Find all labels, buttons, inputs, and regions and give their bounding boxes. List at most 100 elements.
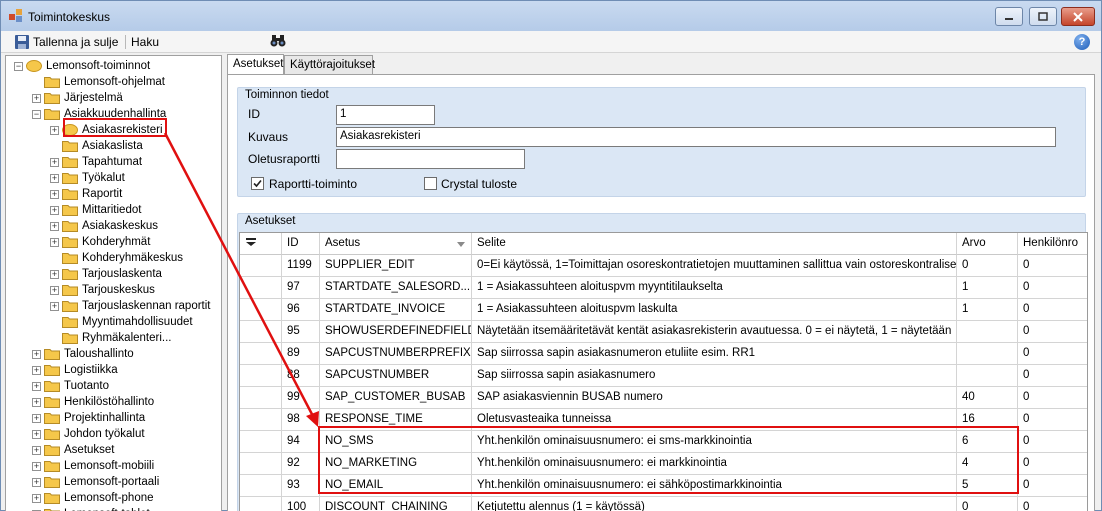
tree-item[interactable]: Henkilöstöhallinto xyxy=(44,394,154,410)
cell-person[interactable]: 0 xyxy=(1018,343,1087,365)
cell-value[interactable] xyxy=(957,365,1018,387)
maximize-button[interactable] xyxy=(1029,7,1057,26)
tree-expander[interactable]: + xyxy=(50,158,59,167)
cell-id[interactable]: 99 xyxy=(282,387,320,409)
column-header-asetus[interactable]: Asetus xyxy=(320,233,472,255)
table-row[interactable]: 89 SAPCUSTNUMBERPREFIX Sap siirrossa sapin… xyxy=(240,343,1087,365)
tree-item[interactable]: Kohderyhmät xyxy=(62,234,150,250)
tree-item[interactable]: Tapahtumat xyxy=(62,154,142,170)
tree-item[interactable]: Työkalut xyxy=(62,170,125,186)
cell-desc[interactable]: Näytetään itsemääritetävät kentät asiaka… xyxy=(472,321,957,343)
cell-value[interactable]: 40 xyxy=(957,387,1018,409)
tree-item[interactable]: Myyntimahdollisuudet xyxy=(62,314,193,330)
cell-id[interactable]: 93 xyxy=(282,475,320,497)
search-button[interactable]: Haku xyxy=(131,33,159,51)
tree-item[interactable]: Järjestelmä xyxy=(44,90,123,106)
cell-person[interactable]: 0 xyxy=(1018,453,1087,475)
cell-person[interactable]: 0 xyxy=(1018,431,1087,453)
crystal-print-checkbox[interactable] xyxy=(424,177,437,190)
cell-desc[interactable]: SAP asiakasviennin BUSAB numero xyxy=(472,387,957,409)
column-header-arvo[interactable]: Arvo xyxy=(957,233,1018,255)
cell-id[interactable]: 1199 xyxy=(282,255,320,277)
tree-expander[interactable]: + xyxy=(50,222,59,231)
cell-person[interactable]: 0 xyxy=(1018,365,1087,387)
cell-value[interactable]: 1 xyxy=(957,299,1018,321)
cell-desc[interactable]: 0=Ei käytössä, 1=Toimittajan osoreskontr… xyxy=(472,255,957,277)
cell-desc[interactable]: Sap siirrossa sapin asiakasnumero xyxy=(472,365,957,387)
cell-name[interactable]: SHOWUSERDEFINEDFIELD xyxy=(320,321,472,343)
report-function-checkbox[interactable] xyxy=(251,177,264,190)
cell-person[interactable]: 0 xyxy=(1018,409,1087,431)
cell-id[interactable]: 98 xyxy=(282,409,320,431)
cell-name[interactable]: STARTDATE_SALESORD... xyxy=(320,277,472,299)
close-button[interactable] xyxy=(1061,7,1095,26)
cell-value[interactable]: 1 xyxy=(957,277,1018,299)
tab-asetukset[interactable]: Asetukset xyxy=(227,54,284,76)
tree-item[interactable]: Lemonsoft-toiminnot xyxy=(26,58,150,74)
cell-name[interactable]: STARTDATE_INVOICE xyxy=(320,299,472,321)
tree-expander[interactable]: − xyxy=(32,110,41,119)
grid-column-chooser[interactable] xyxy=(240,233,282,255)
tree-expander[interactable]: + xyxy=(32,430,41,439)
binoculars-icon[interactable] xyxy=(270,34,286,48)
help-icon[interactable]: ? xyxy=(1074,34,1090,50)
tree-expander[interactable]: + xyxy=(50,270,59,279)
cell-id[interactable]: 89 xyxy=(282,343,320,365)
table-row[interactable]: 95 SHOWUSERDEFINEDFIELD Näytetään itsemäär… xyxy=(240,321,1087,343)
cell-desc[interactable]: Ketjutettu alennus (1 = käytössä) xyxy=(472,497,957,511)
tree-item[interactable]: Raportit xyxy=(62,186,122,202)
table-row[interactable]: 97 STARTDATE_SALESORD... 1 = Asiakassuhtee… xyxy=(240,277,1087,299)
tree-item[interactable]: Mittaritiedot xyxy=(62,202,141,218)
tree-expander[interactable]: + xyxy=(32,446,41,455)
tree-item[interactable]: Asetukset xyxy=(44,442,115,458)
cell-name[interactable]: SAPCUSTNUMBERPREFIX xyxy=(320,343,472,365)
tree-expander[interactable]: + xyxy=(50,126,59,135)
tree-item[interactable]: Projektinhallinta xyxy=(44,410,145,426)
cell-person[interactable]: 0 xyxy=(1018,277,1087,299)
table-row[interactable]: 96 STARTDATE_INVOICE 1 = Asiakassuhteen al… xyxy=(240,299,1087,321)
tree-expander[interactable]: − xyxy=(14,62,23,71)
tree-expander[interactable]: + xyxy=(32,94,41,103)
tree-expander[interactable]: + xyxy=(50,286,59,295)
tree-item[interactable]: Lemonsoft-portaali xyxy=(44,474,159,490)
cell-id[interactable]: 96 xyxy=(282,299,320,321)
tree-expander[interactable]: + xyxy=(32,350,41,359)
tree-item[interactable]: Tarjouskeskus xyxy=(62,282,155,298)
cell-desc[interactable]: 1 = Asiakassuhteen aloituspvm laskulta xyxy=(472,299,957,321)
cell-value[interactable]: 0 xyxy=(957,255,1018,277)
tree-expander[interactable]: + xyxy=(32,462,41,471)
cell-name[interactable]: SAP_CUSTOMER_BUSAB xyxy=(320,387,472,409)
default-report-field[interactable] xyxy=(336,149,525,169)
table-row[interactable]: 99 SAP_CUSTOMER_BUSAB SAP asiakasviennin B… xyxy=(240,387,1087,409)
tree-expander[interactable]: + xyxy=(50,238,59,247)
cell-person[interactable]: 0 xyxy=(1018,497,1087,511)
tree-expander[interactable]: + xyxy=(50,174,59,183)
tree-item[interactable]: Tuotanto xyxy=(44,378,109,394)
tree-item[interactable]: Kohderyhmäkeskus xyxy=(62,250,183,266)
minimize-button[interactable] xyxy=(995,7,1023,26)
cell-person[interactable]: 0 xyxy=(1018,321,1087,343)
id-field[interactable]: 1 xyxy=(336,105,435,125)
tree-item[interactable]: Tarjouslaskenta xyxy=(62,266,162,282)
tree-item[interactable]: Asiakaslista xyxy=(62,138,143,154)
cell-id[interactable]: 88 xyxy=(282,365,320,387)
tree-item[interactable]: Taloushallinto xyxy=(44,346,134,362)
tab-kayttorajoitukset[interactable]: Käyttörajoitukset xyxy=(284,55,375,75)
tree-expander[interactable]: + xyxy=(50,302,59,311)
table-row[interactable]: 1199 SUPPLIER_EDIT 0=Ei käytössä, 1=Toimit… xyxy=(240,255,1087,277)
cell-id[interactable]: 94 xyxy=(282,431,320,453)
tree-expander[interactable]: + xyxy=(32,414,41,423)
table-row[interactable]: 100 DISCOUNT_CHAINING Ketjutettu alennus (… xyxy=(240,497,1087,511)
cell-value[interactable]: 0 xyxy=(957,497,1018,511)
tree-item[interactable]: Lemonsoft-tablet xyxy=(44,506,150,511)
tree-expander[interactable]: + xyxy=(50,190,59,199)
cell-id[interactable]: 95 xyxy=(282,321,320,343)
tree-item[interactable]: Ryhmäkalenteri... xyxy=(62,330,171,346)
column-header-selite[interactable]: Selite xyxy=(472,233,957,255)
tree-expander[interactable]: + xyxy=(50,206,59,215)
cell-desc[interactable]: 1 = Asiakassuhteen aloituspvm myyntitila… xyxy=(472,277,957,299)
tree-item[interactable]: Logistiikka xyxy=(44,362,118,378)
cell-id[interactable]: 97 xyxy=(282,277,320,299)
tree-item[interactable]: Asiakaskeskus xyxy=(62,218,158,234)
tree-expander[interactable]: + xyxy=(32,382,41,391)
